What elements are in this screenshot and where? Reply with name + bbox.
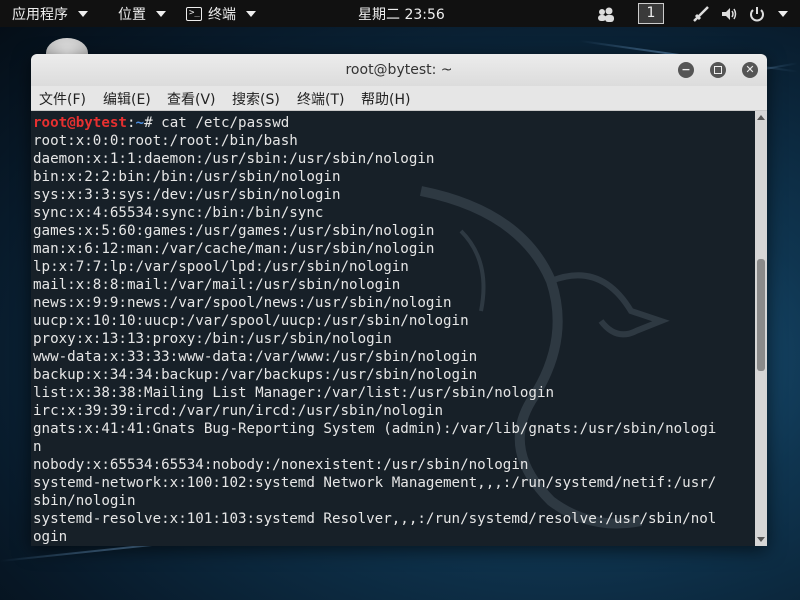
prompt-command: cat /etc/passwd bbox=[161, 115, 290, 131]
output-line: man:x:6:12:man:/var/cache/man:/usr/sbin/… bbox=[33, 241, 435, 257]
prompt-user: root@bytest bbox=[33, 115, 127, 131]
output-line: www-data:x:33:33:www-data:/var/www:/usr/… bbox=[33, 349, 478, 365]
menu-bar: 文件(F) 编辑(E) 查看(V) 搜索(S) 终端(T) 帮助(H) bbox=[31, 86, 767, 111]
output-line: irc:x:39:39:ircd:/var/run/ircd:/usr/sbin… bbox=[33, 403, 443, 419]
close-icon[interactable]: ✕ bbox=[742, 62, 758, 78]
prompt-sep: : bbox=[126, 115, 136, 131]
clock[interactable]: 星期二 23:56 bbox=[358, 0, 445, 27]
menu-file[interactable]: 文件(F) bbox=[39, 89, 86, 109]
terminal-output[interactable]: root@bytest:~# cat /etc/passwd root:x:0:… bbox=[31, 111, 755, 546]
terminal-window: root@bytest: ~ − ✕ 文件(F) 编辑(E) 查看(V) 搜索(… bbox=[31, 54, 767, 546]
chevron-down-icon bbox=[156, 10, 166, 17]
scroll-up-icon[interactable] bbox=[757, 115, 765, 120]
output-line: mail:x:8:8:mail:/var/mail:/usr/sbin/nolo… bbox=[33, 277, 401, 293]
maximize-icon[interactable] bbox=[710, 62, 726, 78]
menu-view[interactable]: 查看(V) bbox=[167, 89, 216, 109]
chevron-down-icon bbox=[78, 10, 88, 17]
scrollbar-thumb[interactable] bbox=[757, 259, 765, 371]
places-label: 位置 bbox=[118, 6, 146, 23]
menu-help[interactable]: 帮助(H) bbox=[361, 89, 410, 109]
terminal-app-label: 终端 bbox=[208, 6, 236, 23]
output-line: games:x:5:60:games:/usr/games:/usr/sbin/… bbox=[33, 223, 435, 239]
applications-label: 应用程序 bbox=[12, 6, 68, 23]
terminal-icon: >_ bbox=[186, 6, 202, 21]
minimize-icon[interactable]: − bbox=[678, 62, 694, 78]
menu-edit[interactable]: 编辑(E) bbox=[103, 89, 151, 109]
applications-menu[interactable]: 应用程序 bbox=[12, 0, 88, 27]
people-icon[interactable] bbox=[597, 5, 615, 23]
output-line: bin:x:2:2:bin:/bin:/usr/sbin/nologin bbox=[33, 169, 341, 185]
clock-label: 星期二 23:56 bbox=[358, 6, 445, 23]
output-line: n bbox=[33, 439, 42, 455]
top-panel: 应用程序 位置 >_ 终端 星期二 23:56 1 bbox=[0, 0, 800, 27]
menu-search[interactable]: 搜索(S) bbox=[232, 89, 280, 109]
output-line: ogin bbox=[33, 529, 68, 545]
output-line: systemd-network:x:100:102:systemd Networ… bbox=[33, 475, 717, 491]
scrollbar[interactable] bbox=[755, 111, 767, 546]
output-line: sys:x:3:3:sys:/dev:/usr/sbin/nologin bbox=[33, 187, 341, 203]
scroll-down-icon[interactable] bbox=[757, 537, 765, 542]
places-menu[interactable]: 位置 bbox=[118, 0, 166, 27]
output-line: uucp:x:10:10:uucp:/var/spool/uucp:/usr/s… bbox=[33, 313, 469, 329]
output-line: list:x:38:38:Mailing List Manager:/var/l… bbox=[33, 385, 555, 401]
terminal-app-menu[interactable]: >_ 终端 bbox=[186, 0, 256, 27]
window-title: root@bytest: ~ bbox=[345, 62, 453, 78]
output-line: proxy:x:13:13:proxy:/bin:/usr/sbin/nolog… bbox=[33, 331, 392, 347]
power-icon[interactable] bbox=[748, 5, 766, 23]
output-line: lp:x:7:7:lp:/var/spool/lpd:/usr/sbin/nol… bbox=[33, 259, 409, 275]
output-line: news:x:9:9:news:/var/spool/news:/usr/sbi… bbox=[33, 295, 452, 311]
workspace-indicator[interactable]: 1 bbox=[638, 3, 664, 24]
prompt-path: ~ bbox=[135, 115, 145, 131]
prompt-symbol: # bbox=[144, 115, 162, 131]
output-line: sbin/nologin bbox=[33, 493, 136, 509]
output-line: nobody:x:65534:65534:nobody:/nonexistent… bbox=[33, 457, 529, 473]
window-titlebar[interactable]: root@bytest: ~ − ✕ bbox=[31, 54, 767, 86]
volume-icon[interactable] bbox=[720, 5, 738, 23]
chevron-down-icon bbox=[246, 10, 256, 17]
chevron-down-icon[interactable] bbox=[778, 11, 788, 17]
output-line: systemd-resolve:x:101:103:systemd Resolv… bbox=[33, 511, 717, 527]
output-line: backup:x:34:34:backup:/var/backups:/usr/… bbox=[33, 367, 478, 383]
menu-terminal[interactable]: 终端(T) bbox=[297, 89, 344, 109]
output-line: daemon:x:1:1:daemon:/usr/sbin:/usr/sbin/… bbox=[33, 151, 435, 167]
output-line: root:x:0:0:root:/root:/bin/bash bbox=[33, 133, 298, 149]
output-line: gnats:x:41:41:Gnats Bug-Reporting System… bbox=[33, 421, 717, 437]
output-line: sync:x:4:65534:sync:/bin:/bin/sync bbox=[33, 205, 324, 221]
prompt-line: root@bytest:~# cat /etc/passwd bbox=[33, 114, 755, 132]
network-icon[interactable] bbox=[692, 5, 710, 23]
